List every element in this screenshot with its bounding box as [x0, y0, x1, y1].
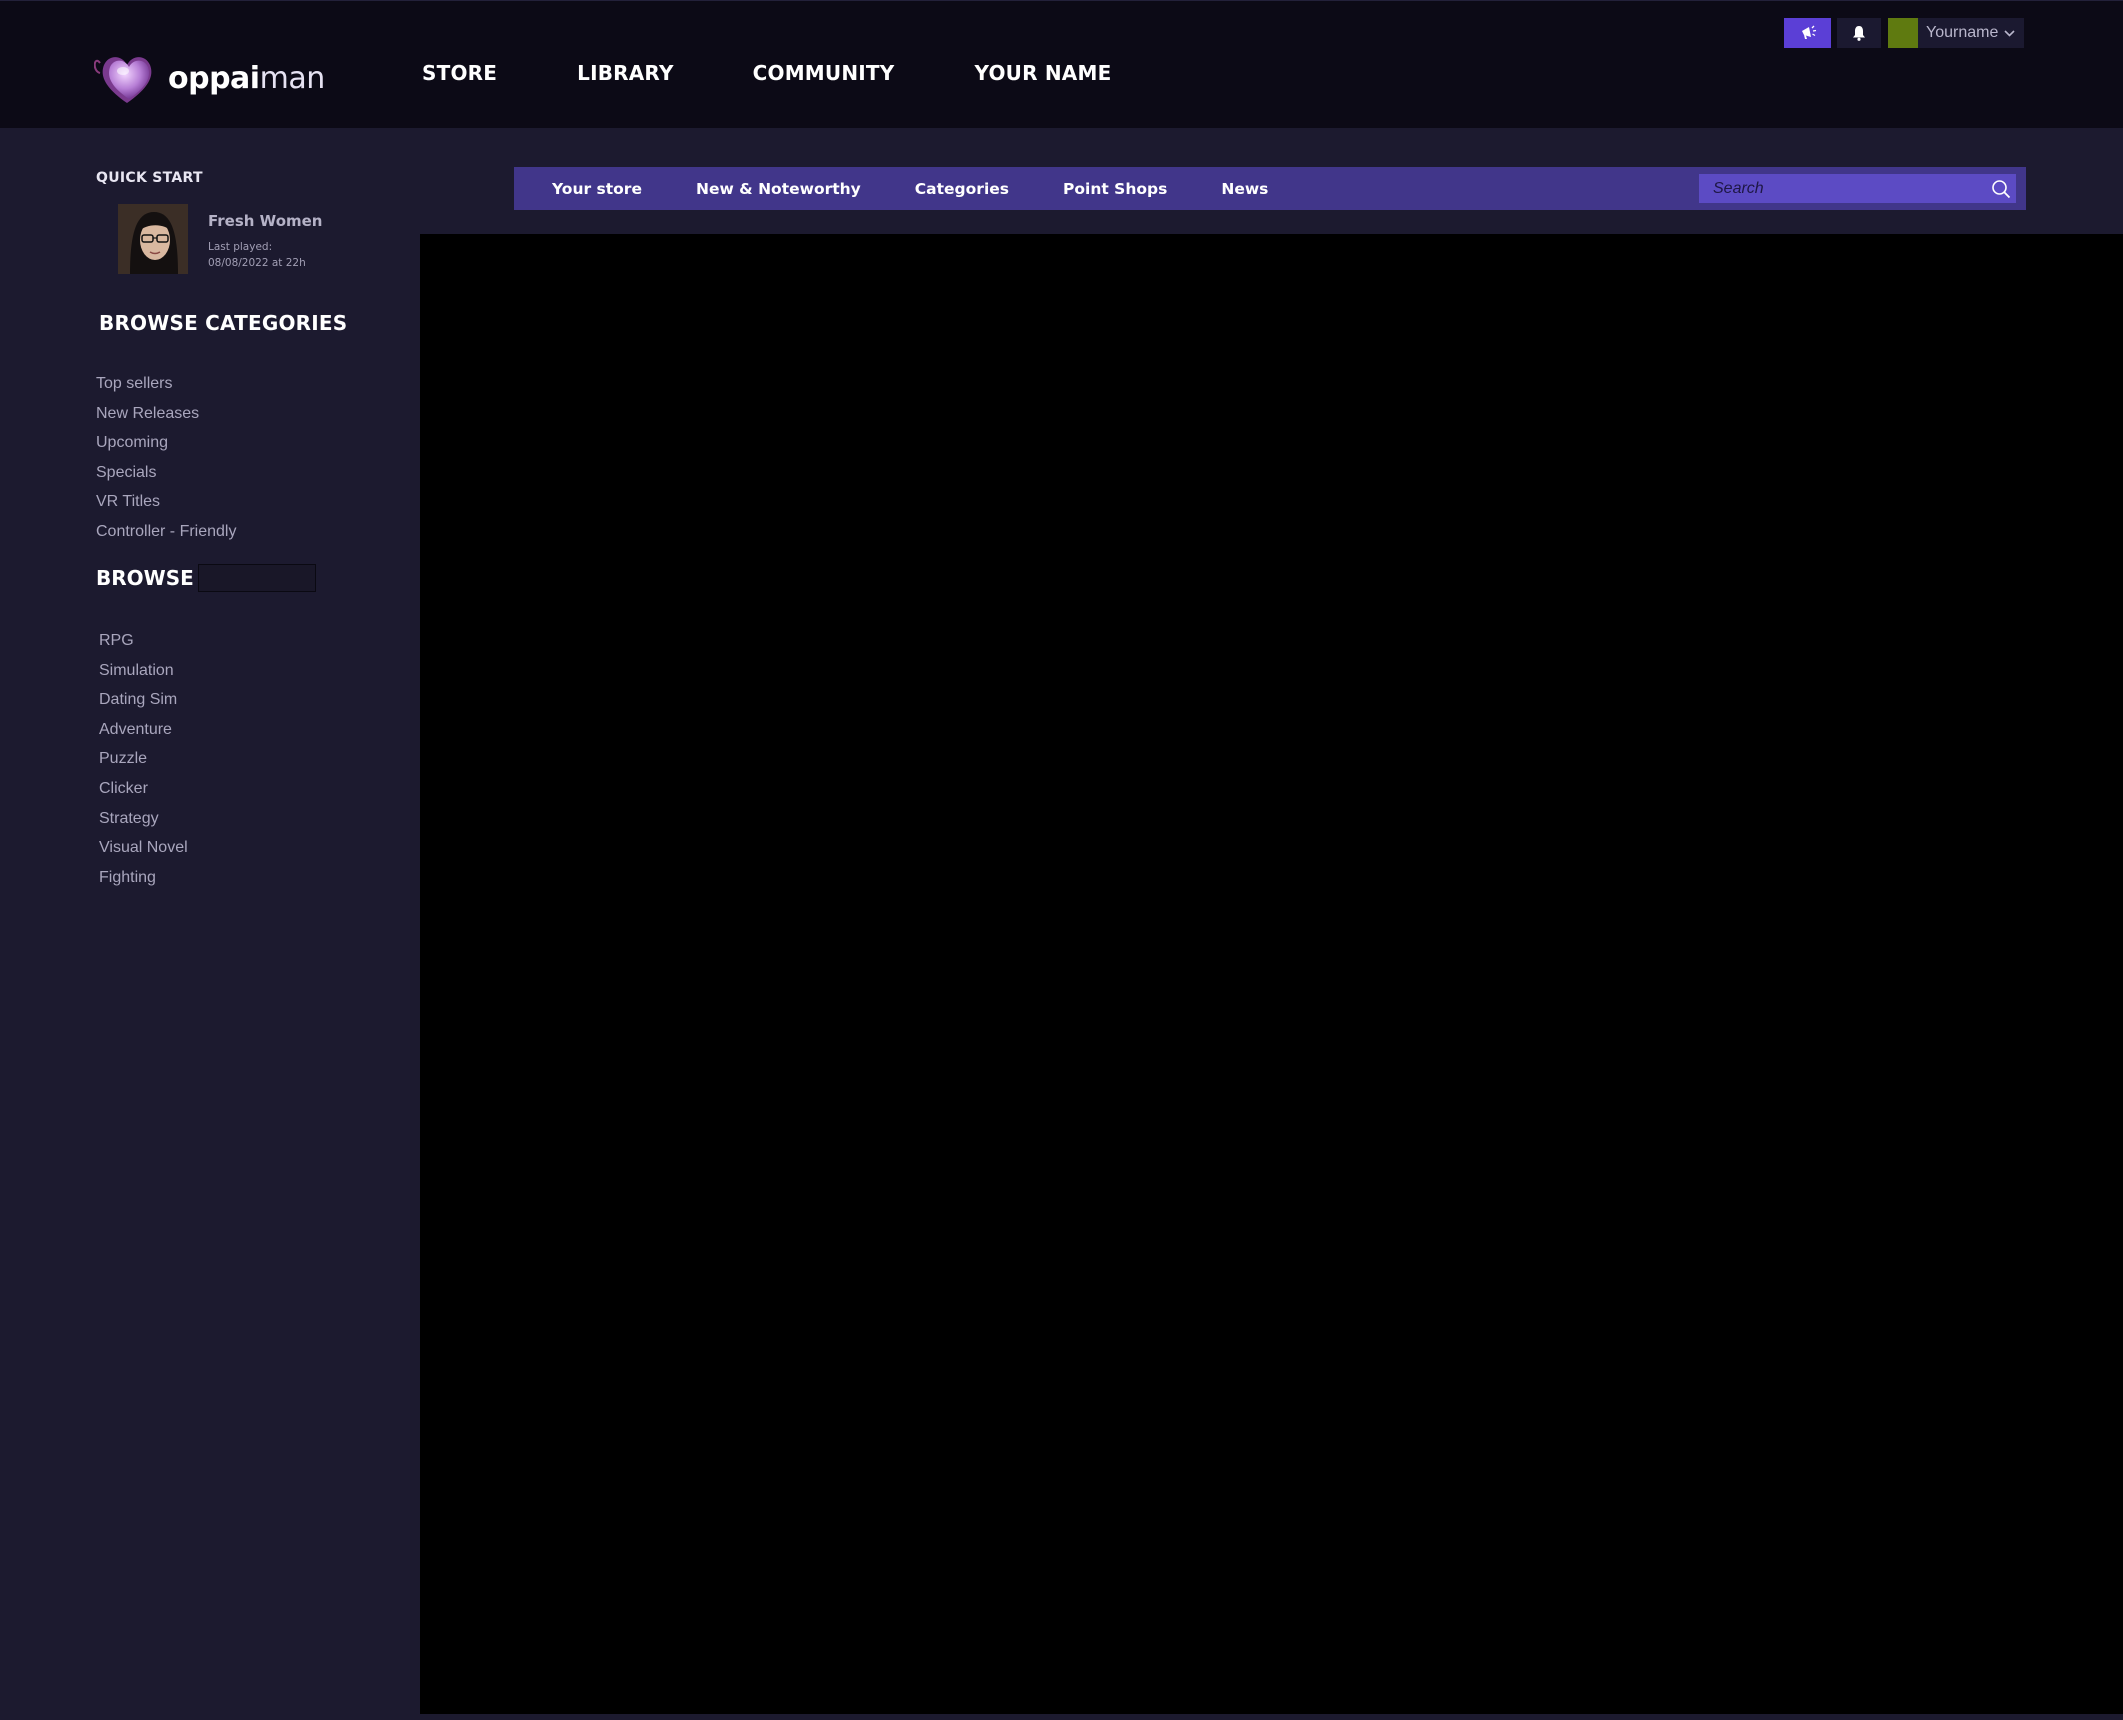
search-input[interactable] [1699, 174, 1986, 203]
category-controller-friendly[interactable]: Controller - Friendly [96, 517, 236, 547]
category-upcoming[interactable]: Upcoming [96, 428, 236, 458]
tab-news[interactable]: News [1221, 180, 1268, 198]
nav-library[interactable]: LIBRARY [577, 61, 674, 85]
search-icon [1992, 179, 2011, 198]
genre-rpg[interactable]: RPG [99, 626, 188, 656]
character-portrait-icon [118, 204, 188, 274]
sidebar: QUICK START Fresh Women Last played: 08/… [0, 128, 420, 1720]
browse-title: BROWSE [96, 566, 194, 590]
last-played-value: 08/08/2022 at 22h [208, 257, 306, 269]
account-bar: Yourname [1784, 18, 2024, 48]
genre-strategy[interactable]: Strategy [99, 804, 188, 834]
genre-puzzle[interactable]: Puzzle [99, 744, 188, 774]
genre-simulation[interactable]: Simulation [99, 656, 188, 686]
genre-dating-sim[interactable]: Dating Sim [99, 685, 188, 715]
brand-wordmark: oppaiman [168, 61, 325, 96]
brand-logo[interactable]: oppaiman [94, 51, 325, 105]
store-search [1699, 174, 2016, 203]
category-top-sellers[interactable]: Top sellers [96, 369, 236, 399]
main-content-area [420, 234, 2123, 1714]
avatar [1888, 18, 1918, 48]
megaphone-icon [1801, 25, 1816, 39]
announcements-button[interactable] [1784, 18, 1831, 48]
notifications-button[interactable] [1837, 18, 1881, 48]
main-nav: STORE LIBRARY COMMUNITY YOUR NAME [422, 61, 1191, 85]
category-list: Top sellers New Releases Upcoming Specia… [96, 369, 236, 547]
user-menu-dropdown[interactable]: Yourname [1888, 18, 2024, 48]
bell-icon [1853, 26, 1865, 41]
game-thumbnail [118, 204, 188, 274]
genre-list: RPG Simulation Dating Sim Adventure Puzz… [99, 626, 188, 892]
tab-your-store[interactable]: Your store [552, 180, 642, 198]
tab-new-noteworthy[interactable]: New & Noteworthy [696, 180, 861, 198]
tab-categories[interactable]: Categories [915, 180, 1009, 198]
category-vr-titles[interactable]: VR Titles [96, 487, 236, 517]
category-specials[interactable]: Specials [96, 458, 236, 488]
genre-adventure[interactable]: Adventure [99, 715, 188, 745]
heart-logo-icon [94, 57, 152, 103]
genre-visual-novel[interactable]: Visual Novel [99, 833, 188, 863]
search-button[interactable] [1986, 174, 2016, 203]
last-played: Last played: 08/08/2022 at 22h [208, 239, 323, 271]
browse-filter-input[interactable] [197, 564, 316, 592]
nav-your-name[interactable]: YOUR NAME [974, 61, 1111, 85]
store-nav-area: Your store New & Noteworthy Categories P… [420, 128, 2123, 234]
top-header: oppaiman STORE LIBRARY COMMUNITY YOUR NA… [0, 0, 2123, 129]
nav-community[interactable]: COMMUNITY [753, 61, 895, 85]
username-label: Yourname [1926, 24, 1999, 41]
quick-start-game[interactable]: Fresh Women Last played: 08/08/2022 at 2… [118, 204, 323, 274]
game-name: Fresh Women [208, 212, 323, 230]
genre-clicker[interactable]: Clicker [99, 774, 188, 804]
quick-start-title: QUICK START [96, 170, 203, 186]
store-nav: Your store New & Noteworthy Categories P… [514, 167, 2026, 210]
brand-wordmark-bold: oppai [168, 60, 260, 96]
browse-categories-title: BROWSE CATEGORIES [99, 311, 348, 335]
chevron-down-icon [2004, 29, 2015, 37]
nav-store[interactable]: STORE [422, 61, 497, 85]
brand-wordmark-thin: man [259, 60, 326, 96]
quick-start-info: Fresh Women Last played: 08/08/2022 at 2… [208, 204, 323, 274]
genre-fighting[interactable]: Fighting [99, 863, 188, 893]
category-new-releases[interactable]: New Releases [96, 399, 236, 429]
last-played-label: Last played: [208, 241, 273, 253]
tab-point-shops[interactable]: Point Shops [1063, 180, 1167, 198]
browse-header: BROWSE [96, 564, 316, 592]
